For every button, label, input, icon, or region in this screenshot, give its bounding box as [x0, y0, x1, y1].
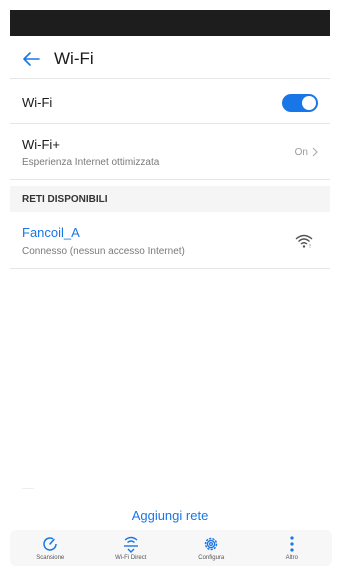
chevron-right-icon	[312, 147, 318, 157]
back-button[interactable]	[14, 42, 48, 76]
network-list-item[interactable]: Fancoil_A Connesso (nessun accesso Inter…	[10, 214, 330, 269]
gear-icon	[205, 537, 218, 551]
arrow-left-icon	[23, 52, 40, 66]
network-text: Fancoil_A Connesso (nessun accesso Inter…	[22, 225, 185, 257]
wifi-plus-subtitle: Esperienza Internet ottimizzata	[22, 156, 160, 168]
bottom-action-bar: Scansione Wi-Fi Direct Configura Altro	[10, 530, 332, 566]
wifi-plus-title: Wi-Fi+	[22, 136, 60, 152]
scan-label: Scansione	[36, 555, 65, 561]
refresh-icon	[43, 537, 57, 551]
wifi-direct-icon	[123, 536, 138, 553]
network-status: Connesso (nessun accesso Internet)	[22, 246, 185, 257]
network-name: Fancoil_A	[22, 225, 80, 240]
wifi-label: Wi-Fi	[22, 95, 53, 110]
add-network-button[interactable]: Aggiungi rete	[10, 508, 330, 523]
section-header: RETI DISPONIBILI	[10, 186, 330, 212]
wifi-plus-status: On	[295, 147, 318, 158]
wifi-direct-button[interactable]: Wi-Fi Direct	[96, 535, 166, 561]
configure-button[interactable]: Configura	[176, 535, 246, 561]
svg-text:!: !	[309, 244, 311, 250]
status-bar	[10, 10, 330, 36]
more-button[interactable]: Altro	[257, 535, 327, 561]
wifi-toggle[interactable]	[282, 93, 318, 112]
page-title: Wi-Fi	[54, 49, 94, 68]
wifi-direct-label: Wi-Fi Direct	[115, 555, 147, 561]
wifi-plus-value: On	[294, 146, 308, 158]
scan-button[interactable]: Scansione	[15, 535, 85, 561]
wifi-plus-row[interactable]: Wi-Fi+ Esperienza Internet ottimizzata O…	[10, 125, 330, 180]
configure-label: Configura	[198, 555, 225, 561]
divider	[22, 488, 34, 489]
toggle-knob	[302, 95, 316, 110]
wifi-row: Wi-Fi	[10, 82, 330, 124]
wifi-plus-text: Wi-Fi+ Esperienza Internet ottimizzata	[22, 137, 159, 168]
more-label: Altro	[285, 555, 298, 561]
wifi-signal-icon: !	[295, 234, 313, 250]
more-vertical-icon	[290, 536, 294, 552]
app-header: Wi-Fi	[10, 40, 330, 79]
